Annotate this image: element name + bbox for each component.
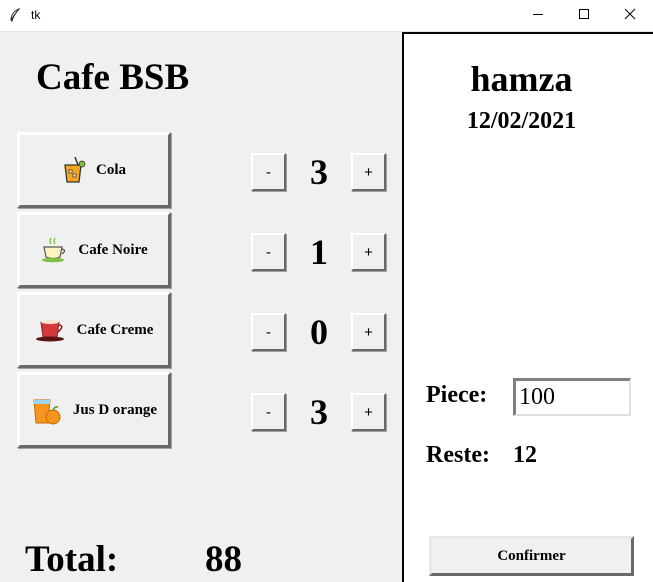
cafe-title: Cafe BSB xyxy=(36,57,190,98)
decrease-button-cola[interactable]: - xyxy=(251,153,286,191)
order-panel: hamza 12/02/2021 Piece: Reste: 12 Confir… xyxy=(402,32,653,582)
cola-drink-icon xyxy=(62,156,86,184)
increase-button-cafe-creme[interactable]: + xyxy=(351,313,386,351)
maximize-icon xyxy=(578,7,590,25)
piece-label: Piece: xyxy=(426,382,488,408)
piece-input[interactable] xyxy=(513,378,631,416)
tea-cup-icon xyxy=(40,236,68,264)
decrease-button-jus-d-orange[interactable]: - xyxy=(251,393,286,431)
reste-value: 12 xyxy=(513,442,537,468)
feather-icon xyxy=(9,7,21,27)
close-button[interactable] xyxy=(607,0,653,32)
maximize-button[interactable] xyxy=(561,0,607,32)
quantity-jus-d-orange: 3 xyxy=(310,392,328,432)
decrease-button-cafe-creme[interactable]: - xyxy=(251,313,286,351)
total-label: Total: xyxy=(25,539,119,580)
quantity-cola: 3 xyxy=(310,152,328,192)
item-button-cafe-noire[interactable]: Cafe Noire xyxy=(17,212,171,288)
increase-button-cafe-noire[interactable]: + xyxy=(351,233,386,271)
item-label-cafe-creme: Cafe Creme xyxy=(76,321,154,338)
quantity-cafe-noire: 1 xyxy=(310,232,328,272)
minimize-icon xyxy=(532,7,544,25)
orange-juice-icon xyxy=(31,394,63,426)
user-name: hamza xyxy=(470,59,573,99)
increase-button-cola[interactable]: + xyxy=(351,153,386,191)
close-icon xyxy=(624,7,636,25)
total-value: 88 xyxy=(205,539,242,580)
window-title: tk xyxy=(31,8,41,22)
order-date: 12/02/2021 xyxy=(466,108,577,134)
item-button-cola[interactable]: Cola xyxy=(17,132,171,208)
decrease-button-cafe-noire[interactable]: - xyxy=(251,233,286,271)
item-label-cola: Cola xyxy=(96,161,126,178)
confirm-button[interactable]: Confirmer xyxy=(429,536,634,576)
coffee-cup-icon xyxy=(35,316,67,344)
minimize-button[interactable] xyxy=(515,0,561,32)
reste-label: Reste: xyxy=(426,442,490,468)
item-label-jus-d-orange: Jus D orange xyxy=(72,401,158,418)
item-label-cafe-noire: Cafe Noire xyxy=(78,241,148,258)
increase-button-jus-d-orange[interactable]: + xyxy=(351,393,386,431)
item-button-cafe-creme[interactable]: Cafe Creme xyxy=(17,292,171,368)
item-button-jus-d-orange[interactable]: Jus D orange xyxy=(17,372,171,448)
main-area: Cafe BSB Cola - 3 + Cafe Noire - 1 + Caf… xyxy=(0,32,403,582)
quantity-cafe-creme: 0 xyxy=(310,312,328,352)
title-bar: tk xyxy=(0,0,653,32)
